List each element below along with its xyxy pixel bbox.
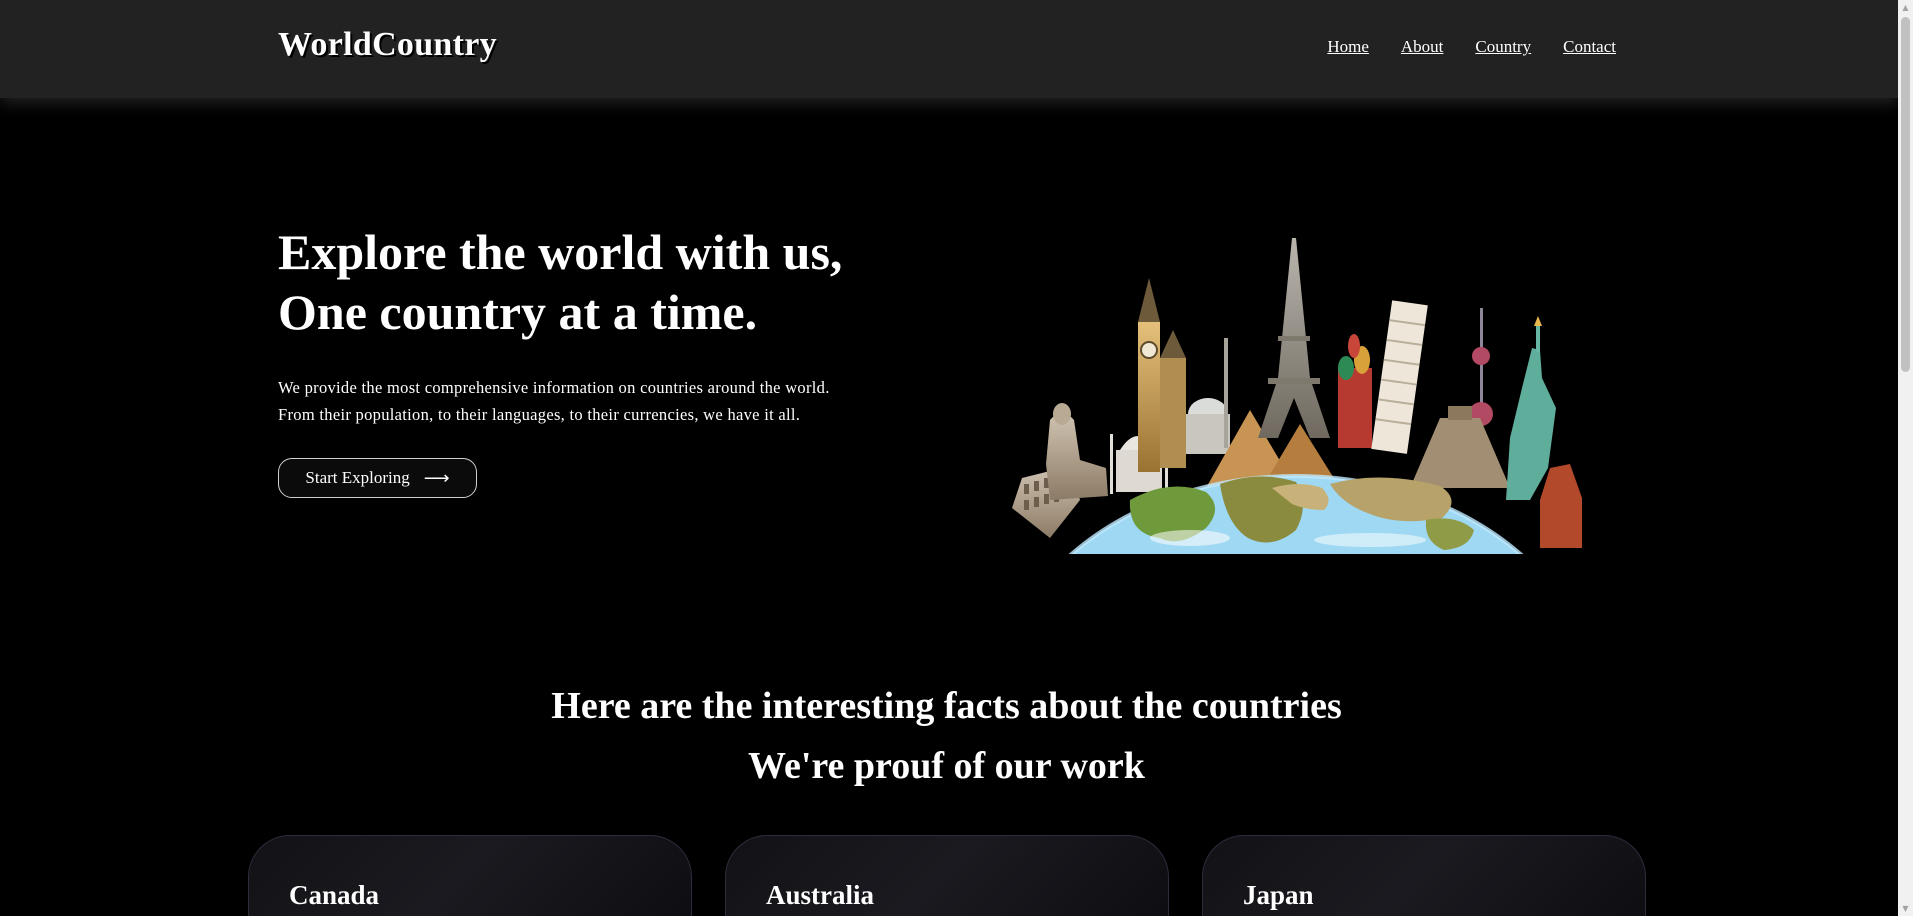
hero-title-line-2: One country at a time. [278, 284, 758, 340]
scroll-down-arrow-icon[interactable]: ▼ [1898, 901, 1913, 916]
country-card-title: Japan [1243, 880, 1314, 910]
arrow-right-icon: ⟶ [423, 468, 450, 488]
nav-link-contact[interactable]: Contact [1563, 37, 1616, 57]
country-card-australia[interactable]: Australia [725, 835, 1169, 916]
hero-description: We provide the most comprehensive inform… [278, 374, 938, 428]
country-card-title: Canada [289, 880, 380, 910]
main-nav: Home About Country Contact [1327, 37, 1616, 57]
country-card-japan[interactable]: Japan [1202, 835, 1646, 916]
start-exploring-label: Start Exploring [305, 468, 410, 487]
facts-heading-line-2: We're prouf of our work [748, 745, 1145, 787]
facts-heading: Here are the interesting facts about the… [0, 676, 1893, 796]
nav-link-about[interactable]: About [1401, 37, 1444, 57]
country-card-canada[interactable]: Canada [248, 835, 692, 916]
site-logo[interactable]: WorldCountry [278, 26, 497, 64]
site-header: WorldCountry Home About Country Contact [0, 0, 1898, 98]
scroll-up-arrow-icon[interactable]: ▲ [1898, 0, 1913, 15]
hero-title-line-1: Explore the world with us, [278, 224, 843, 280]
hero-title: Explore the world with us, One country a… [278, 222, 842, 342]
nav-link-home[interactable]: Home [1327, 37, 1369, 57]
facts-heading-line-1: Here are the interesting facts about the… [551, 685, 1342, 727]
page-scrollbar[interactable]: ▲ ▼ [1898, 0, 1913, 916]
nav-link-country[interactable]: Country [1475, 37, 1531, 57]
world-landmarks-globe-illustration [1012, 238, 1582, 554]
page: WorldCountry Home About Country Contact … [0, 0, 1898, 916]
country-card-title: Australia [766, 880, 874, 910]
hero-description-line-2: From their population, to their language… [278, 405, 801, 424]
scrollbar-thumb[interactable] [1901, 17, 1910, 372]
hero-description-line-1: We provide the most comprehensive inform… [278, 378, 830, 397]
start-exploring-button[interactable]: Start Exploring ⟶ [278, 458, 477, 498]
